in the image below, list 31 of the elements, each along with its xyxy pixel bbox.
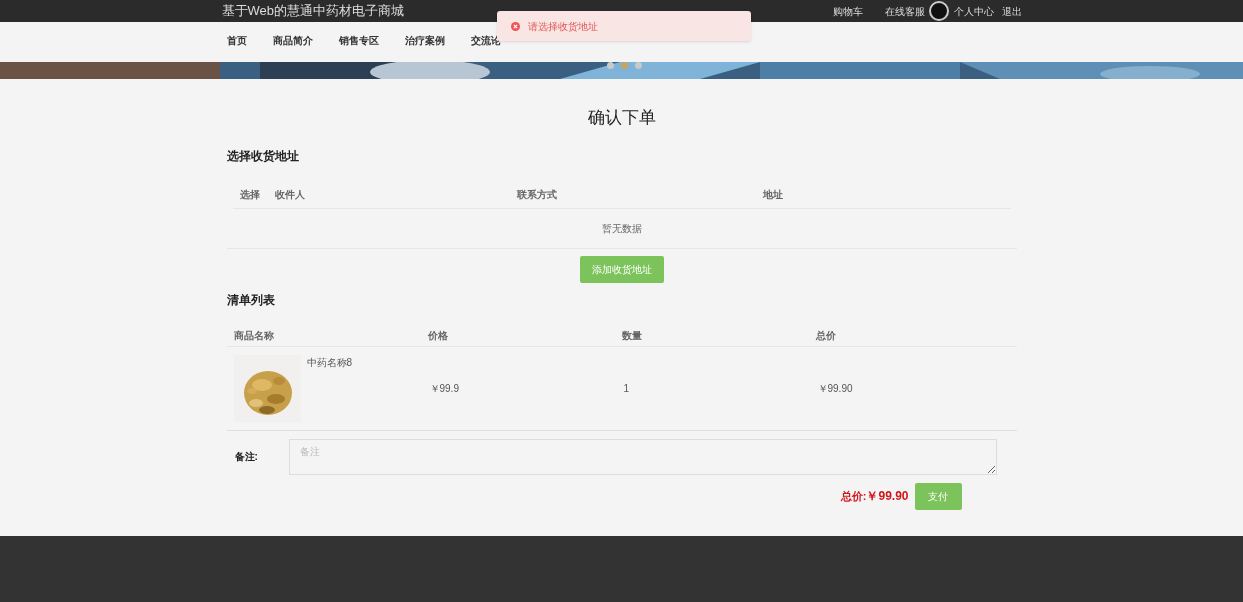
top-link[interactable]: 退出 [1001,3,1022,19]
column-header: 地址 [762,187,784,202]
nav-link[interactable]: 商品简介 [272,33,313,48]
avatar[interactable] [928,1,949,21]
column-header: 选择 [238,187,261,202]
product-name: 中药名称8 [306,355,353,370]
top-link[interactable]: 在线客服 [884,3,925,19]
toast-message: 请选择收货地址 [528,19,598,34]
column-header: 总价 [815,328,837,343]
top-link[interactable]: 购物车 [832,3,863,19]
nav-link[interactable]: 首页 [226,33,247,48]
column-header: 联系方式 [516,187,558,202]
column-header: 价格 [427,328,449,343]
section-title: 清单列表 [226,291,276,309]
top-link[interactable]: 个人中心 [953,3,994,19]
nav-link[interactable]: 治疗案例 [404,33,445,48]
table-cell-text: 1 [622,381,631,396]
empty-message: 暂无数据 [601,221,642,236]
column-header: 商品名称 [233,328,275,343]
site-title: 基于Web的慧通中药材电子商城 [221,2,404,21]
table-cell-text: ￥99.90 [816,381,854,396]
table-cell-text: ￥99.9 [428,381,460,396]
nav-link[interactable]: 销售专区 [338,33,379,48]
total-price: ￥99.90 [866,488,909,505]
remark-label: 备注: [234,450,259,464]
total-label: 总价: [840,488,867,504]
column-header: 数量 [621,328,643,343]
section-title: 选择收货地址 [226,147,300,165]
column-header: 收件人 [273,187,306,202]
page-title: 确认下单 [586,107,657,129]
error-icon [511,21,520,31]
